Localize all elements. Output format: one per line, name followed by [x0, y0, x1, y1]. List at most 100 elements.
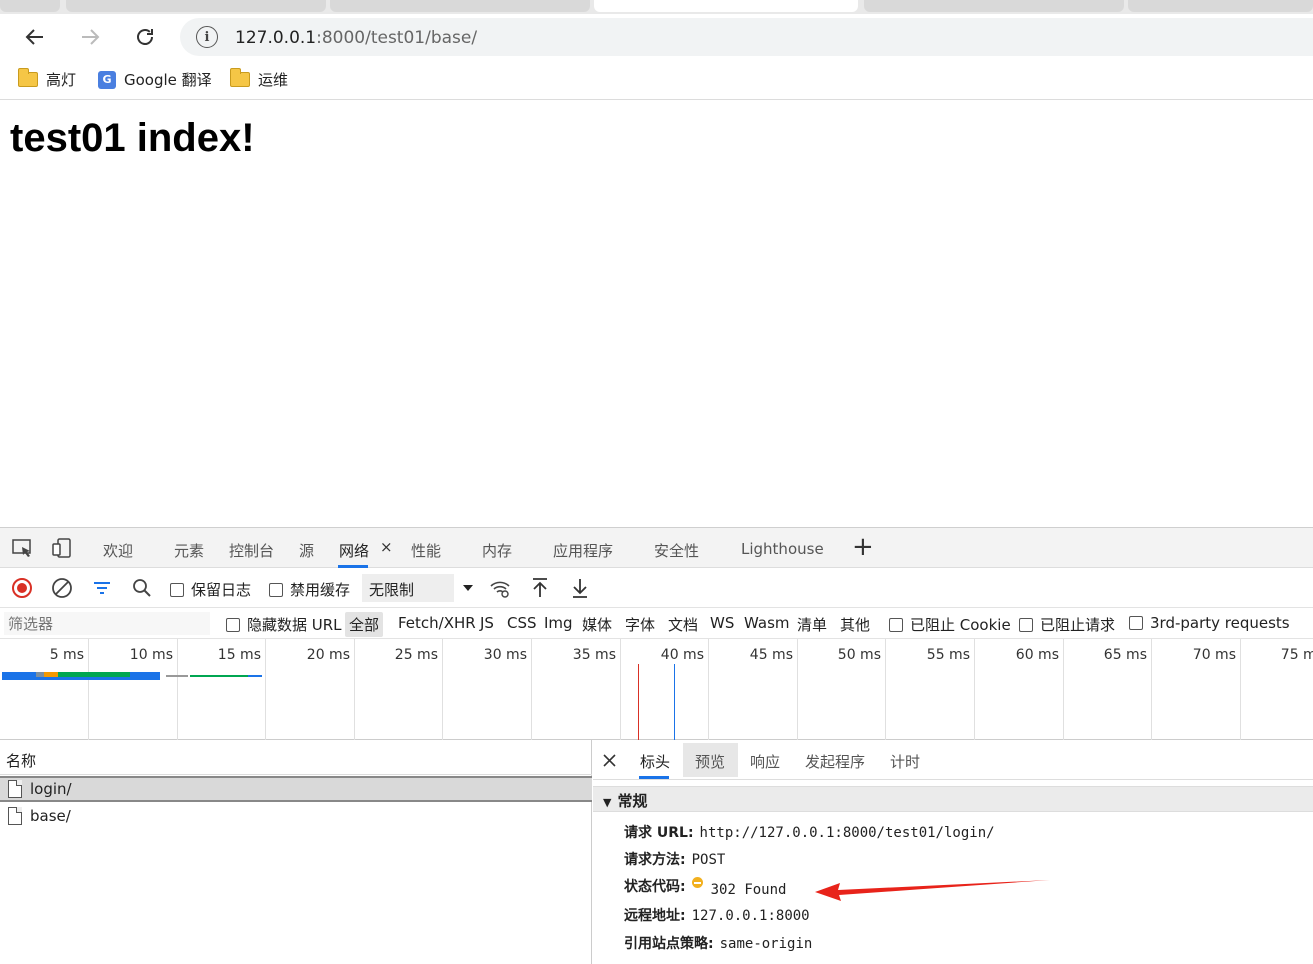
third-party-checkbox[interactable]: 3rd-party requests	[1129, 614, 1290, 632]
tab-elements[interactable]: 元素	[174, 540, 204, 561]
hide-data-urls-checkbox[interactable]: 隐藏数据 URL	[226, 614, 342, 635]
forward-button[interactable]	[75, 22, 105, 52]
throttling-select[interactable]: 无限制	[362, 574, 454, 602]
timeline-tick-label: 60 ms	[1015, 647, 1059, 663]
request-name: base/	[30, 807, 71, 825]
tab-memory[interactable]: 内存	[482, 540, 512, 561]
tab-headers[interactable]: 标头	[640, 751, 670, 772]
timeline-tick-label: 5 ms	[49, 647, 84, 663]
blocked-cookies-checkbox[interactable]: 已阻止 Cookie	[889, 614, 1011, 635]
request-row[interactable]: base/	[0, 803, 592, 829]
inspect-element-icon[interactable]	[10, 536, 34, 560]
filter-type-ws[interactable]: WS	[710, 614, 734, 632]
filter-type-font[interactable]: 字体	[625, 614, 655, 635]
active-tab-underline	[639, 776, 669, 779]
tab-application[interactable]: 应用程序	[553, 540, 613, 561]
requests-pane: 名称 login/ base/	[0, 740, 592, 964]
tab-lighthouse[interactable]: Lighthouse	[741, 540, 824, 558]
tab-security[interactable]: 安全性	[654, 540, 699, 561]
tab-timing[interactable]: 计时	[890, 751, 920, 772]
browser-tab[interactable]	[1128, 0, 1313, 12]
tab-preview[interactable]: 预览	[695, 751, 725, 772]
checkbox-box[interactable]	[1129, 616, 1143, 630]
filter-type-media[interactable]: 媒体	[582, 614, 612, 635]
checkbox-box[interactable]	[226, 618, 240, 632]
address-host: 127.0.0.1	[235, 28, 317, 48]
triangle-down-icon: ▼	[603, 796, 612, 809]
tab-welcome[interactable]: 欢迎	[103, 540, 133, 561]
search-icon[interactable]	[130, 576, 154, 600]
checkbox-box[interactable]	[269, 583, 283, 597]
filter-type-doc[interactable]: 文档	[668, 614, 698, 635]
reload-icon	[137, 29, 153, 45]
timeline-tick-label: 55 ms	[926, 647, 970, 663]
browser-tab-active[interactable]	[594, 0, 858, 12]
timeline-gridline	[354, 639, 355, 740]
blocked-requests-checkbox[interactable]: 已阻止请求	[1019, 614, 1115, 635]
browser-tab[interactable]	[66, 0, 326, 12]
timeline-bar	[638, 664, 639, 740]
timeline-tick-label: 20 ms	[306, 647, 350, 663]
field-key: 请求方法:	[624, 852, 686, 868]
device-toolbar-icon[interactable]	[50, 536, 74, 560]
tab-sources[interactable]: 源	[299, 540, 314, 561]
filter-type-manifest[interactable]: 清单	[797, 614, 827, 635]
filter-type-other[interactable]: 其他	[840, 614, 870, 635]
disable-cache-checkbox[interactable]: 禁用缓存	[269, 579, 350, 600]
request-name: login/	[30, 780, 72, 798]
tab-performance[interactable]: 性能	[411, 540, 441, 561]
bookmark-google-translate[interactable]: G Google 翻译	[98, 69, 212, 90]
tab-console[interactable]: 控制台	[229, 540, 274, 561]
browser-tab[interactable]	[864, 0, 1124, 12]
general-section-header[interactable]: ▼ 常规	[593, 786, 1313, 812]
back-button[interactable]	[20, 22, 50, 52]
close-network-tab-icon[interactable]: ×	[380, 538, 393, 556]
filter-type-img[interactable]: Img	[544, 614, 573, 632]
clear-icon[interactable]	[50, 576, 74, 600]
filter-input[interactable]	[4, 612, 210, 635]
timeline-gridline	[620, 639, 621, 740]
filter-type-all[interactable]: 全部	[345, 612, 384, 637]
timeline-gridline	[885, 639, 886, 740]
filter-icon[interactable]	[90, 576, 114, 600]
blocked-cookies-label: 已阻止 Cookie	[910, 616, 1011, 634]
network-overview-timeline[interactable]: 5 ms 10 ms 15 ms 20 ms 25 ms 30 ms 35 ms 40 ms 4…	[0, 639, 1313, 740]
filter-type-fetch-xhr[interactable]: Fetch/XHR	[398, 614, 476, 632]
request-row[interactable]: login/	[0, 776, 592, 802]
checkbox-box[interactable]	[1019, 618, 1033, 632]
import-har-icon[interactable]	[528, 576, 552, 600]
reload-button[interactable]	[130, 22, 160, 52]
network-conditions-icon[interactable]	[488, 576, 512, 600]
timeline-gridline	[708, 639, 709, 740]
filter-type-js[interactable]: JS	[480, 614, 494, 632]
export-har-icon[interactable]	[568, 576, 592, 600]
preserve-log-checkbox[interactable]: 保留日志	[170, 579, 251, 600]
name-column-header[interactable]: 名称	[0, 740, 592, 775]
browser-tab[interactable]	[0, 0, 60, 12]
timeline-bar	[2, 677, 160, 680]
filter-bar: 隐藏数据 URL 全部 Fetch/XHR JS CSS Img 媒体 字体 文…	[0, 608, 1313, 639]
tab-network[interactable]: 网络	[339, 540, 369, 561]
filter-type-wasm[interactable]: Wasm	[744, 614, 790, 632]
address-text[interactable]: 127.0.0.1:8000/test01/base/	[235, 28, 477, 48]
checkbox-box[interactable]	[170, 583, 184, 597]
checkbox-box[interactable]	[889, 618, 903, 632]
timeline-gridline	[531, 639, 532, 740]
details-tab-bar: 标头 预览 响应 发起程序 计时	[593, 740, 1313, 780]
timeline-tick-label: 70 ms	[1192, 647, 1236, 663]
bookmark-yunwei[interactable]: 运维	[230, 68, 288, 90]
add-tab-icon[interactable]: +	[852, 532, 874, 562]
tab-response[interactable]: 响应	[750, 751, 780, 772]
record-stop-icon[interactable]	[10, 576, 34, 600]
bookmark-gaodeng[interactable]: 高灯	[18, 68, 77, 90]
timeline-bar	[190, 675, 248, 677]
browser-tab[interactable]	[330, 0, 590, 12]
tab-initiator[interactable]: 发起程序	[805, 751, 865, 772]
chevron-down-icon[interactable]	[458, 578, 478, 598]
bookmark-label: 高灯	[46, 71, 77, 89]
site-info-icon[interactable]: i	[196, 26, 218, 48]
filter-type-css[interactable]: CSS	[507, 614, 537, 632]
address-bar[interactable]: i 127.0.0.1:8000/test01/base/	[180, 18, 1313, 56]
field-remote-address: 远程地址: 127.0.0.1:8000	[624, 905, 810, 925]
close-icon[interactable]	[603, 754, 616, 767]
